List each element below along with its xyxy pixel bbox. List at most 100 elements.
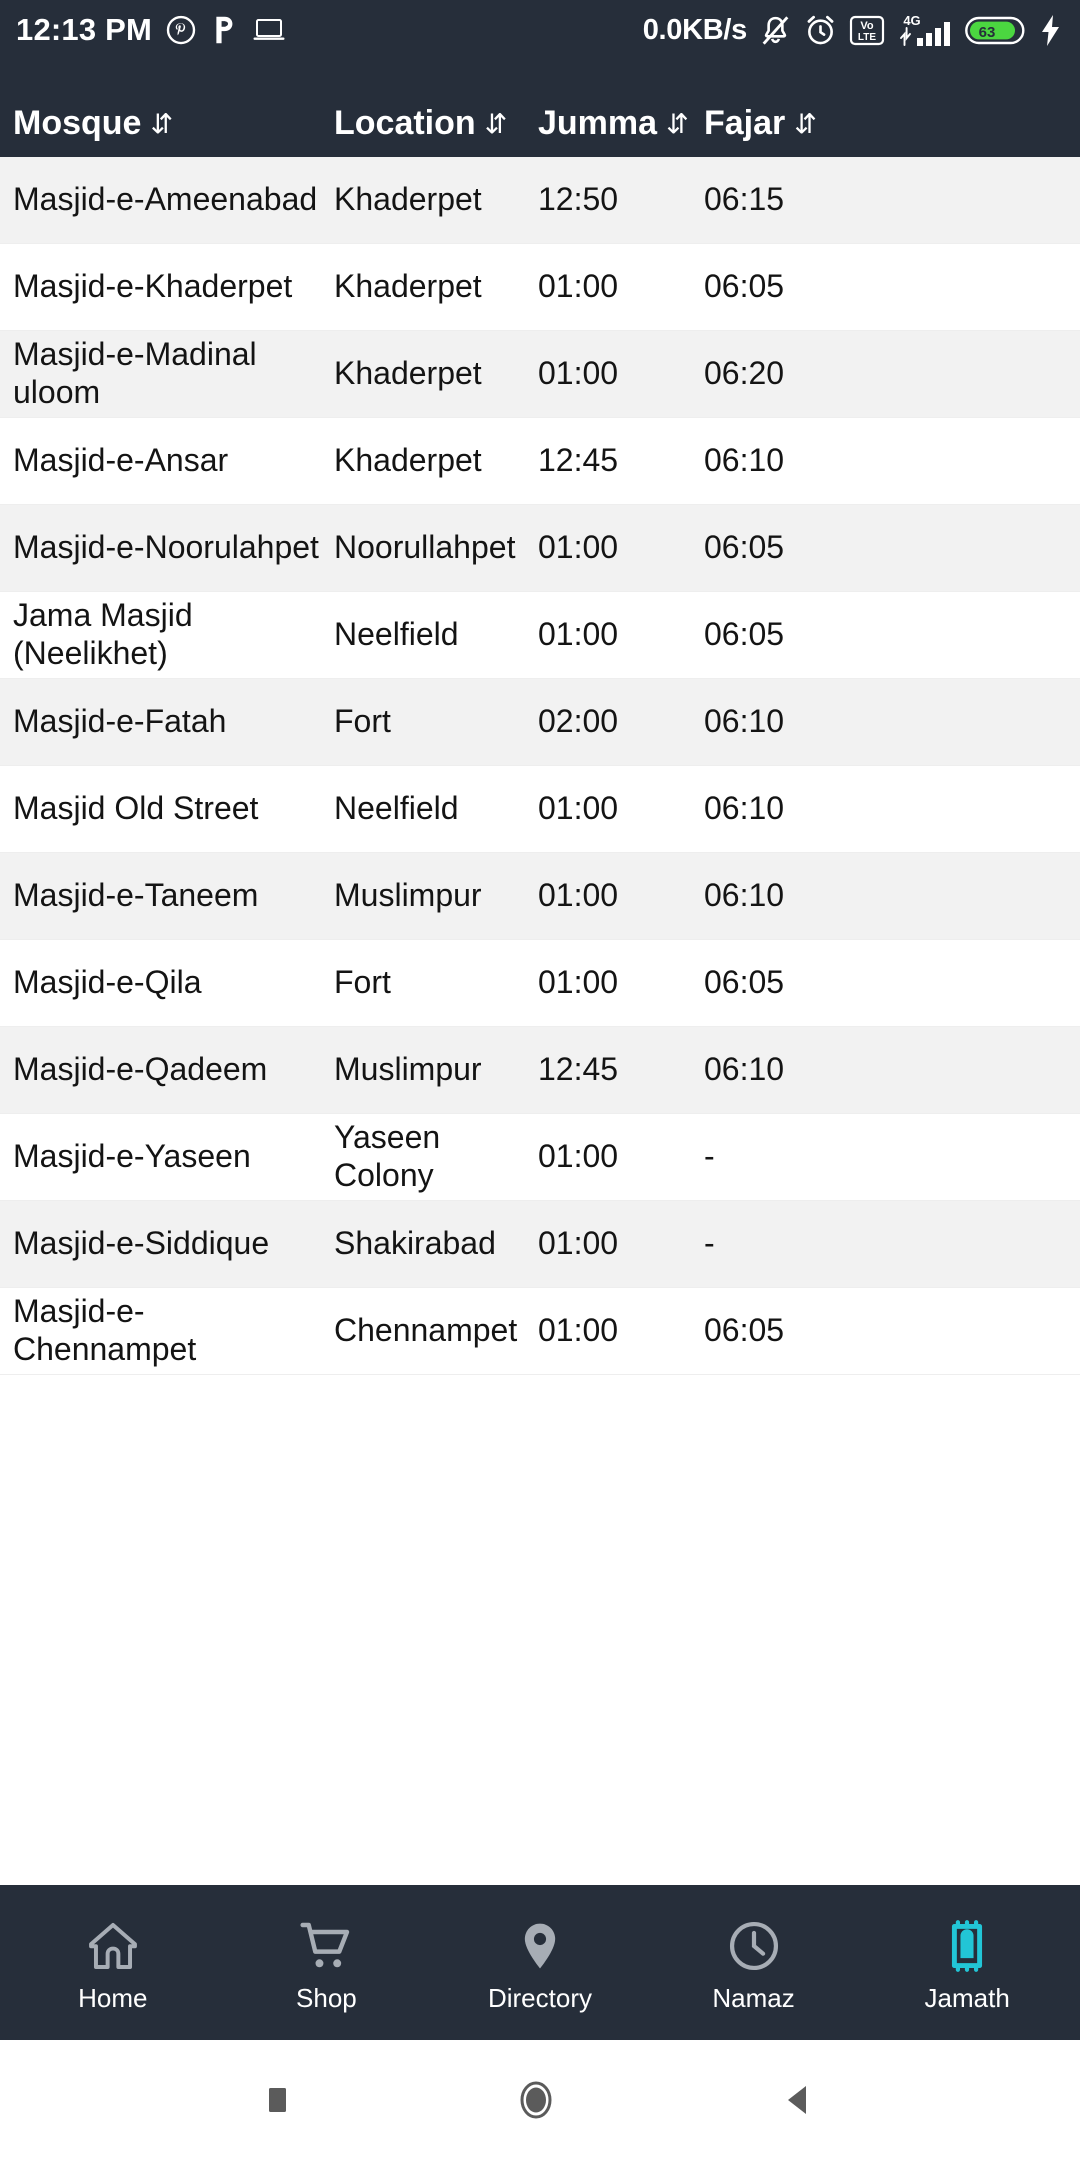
cell-mosque: Masjid-e-Madinal uloom bbox=[13, 336, 257, 410]
cell-mosque: Masjid-e-Khaderpet bbox=[13, 268, 293, 305]
nav-item-namaz[interactable]: Namaz bbox=[647, 1912, 861, 2014]
cell-mosque: Masjid-e-Ansar bbox=[13, 442, 229, 479]
cell-mosque: Jama Masjid (Neelikhet) bbox=[13, 597, 193, 671]
android-system-navigation bbox=[0, 2040, 1080, 2160]
cell-location: Fort bbox=[334, 703, 391, 740]
home-circle-icon[interactable] bbox=[513, 2075, 559, 2125]
cell-jumma: 01:00 bbox=[538, 268, 619, 305]
nav-item-home[interactable]: Home bbox=[6, 1912, 220, 2014]
cell-fajar: 06:05 bbox=[704, 1312, 785, 1349]
cell-jumma: 12:45 bbox=[538, 442, 619, 479]
table-row[interactable]: Masjid-e-Madinal uloom Khaderpet 01:00 06:2… bbox=[0, 331, 1080, 418]
table-row[interactable]: Masjid-e-Yaseen Yaseen Colony 01:00 - bbox=[0, 1114, 1080, 1201]
pinterest-icon bbox=[166, 15, 196, 45]
column-header-jumma[interactable]: Jumma ⇵ bbox=[538, 104, 704, 143]
table-row[interactable]: Masjid-e-Siddique Shakirabad 01:00 - bbox=[0, 1201, 1080, 1288]
table-row[interactable]: Masjid-e-Qila Fort 01:00 06:05 bbox=[0, 940, 1080, 1027]
cell-mosque: Masjid-e-Yaseen bbox=[13, 1138, 251, 1175]
table-row[interactable]: Masjid Old Street Neelfield 01:00 06:10 bbox=[0, 766, 1080, 853]
cell-fajar: 06:05 bbox=[704, 268, 785, 305]
cell-mosque: Masjid-e-Noorulahpet bbox=[13, 529, 319, 566]
signal-bars-icon: 4G bbox=[897, 12, 953, 48]
sort-icon[interactable]: ⇵ bbox=[794, 111, 817, 138]
laptop-icon bbox=[252, 16, 286, 44]
status-bar: 12:13 PM 0.0KB/s Vo LTE 4G 63 bbox=[0, 0, 1080, 60]
volte-icon: Vo LTE bbox=[849, 14, 885, 47]
nav-label-directory: Directory bbox=[487, 1982, 592, 2013]
table-row[interactable]: Masjid-e-Ansar Khaderpet 12:45 06:10 bbox=[0, 418, 1080, 505]
cell-jumma: 02:00 bbox=[538, 703, 619, 740]
cell-location: Fort bbox=[334, 964, 391, 1001]
nav-item-directory[interactable]: Directory bbox=[433, 1912, 647, 2014]
map-pin-icon bbox=[512, 1912, 568, 1974]
home-icon bbox=[85, 1912, 141, 1974]
column-header-fajar[interactable]: Fajar ⇵ bbox=[704, 104, 904, 143]
cell-fajar: 06:10 bbox=[704, 442, 785, 479]
cell-location: Yaseen Colony bbox=[334, 1119, 441, 1193]
cell-fajar: 06:10 bbox=[704, 1051, 785, 1088]
table-row[interactable]: Masjid-e-Fatah Fort 02:00 06:10 bbox=[0, 679, 1080, 766]
table-row[interactable]: Masjid-e-Noorulahpet Noorullahpet 01:00 06:… bbox=[0, 505, 1080, 592]
sort-icon[interactable]: ⇵ bbox=[150, 111, 173, 138]
cell-fajar: 06:10 bbox=[704, 877, 785, 914]
status-bar-left: 12:13 PM bbox=[16, 12, 286, 48]
sort-icon[interactable]: ⇵ bbox=[485, 111, 508, 138]
nav-label-namaz: Namaz bbox=[712, 1982, 795, 2013]
clock-icon bbox=[726, 1912, 782, 1974]
cell-jumma: 01:00 bbox=[538, 964, 619, 1001]
status-bar-right: 0.0KB/s Vo LTE 4G 63 bbox=[643, 12, 1062, 48]
cell-mosque: Masjid-e-Fatah bbox=[13, 703, 227, 740]
table-row[interactable]: Jama Masjid (Neelikhet) Neelfield 01:00 06:… bbox=[0, 592, 1080, 679]
table-row[interactable]: Masjid-e-Chennampet Chennampet 01:00 06:05 bbox=[0, 1288, 1080, 1375]
table-header: Mosque ⇵ Location ⇵ Jumma ⇵ Fajar ⇵ bbox=[0, 60, 1080, 157]
cell-mosque: Masjid Old Street bbox=[13, 790, 259, 827]
table-row[interactable]: Masjid-e-Taneem Muslimpur 01:00 06:10 bbox=[0, 853, 1080, 940]
cell-location: Khaderpet bbox=[334, 268, 482, 305]
cell-fajar: 06:05 bbox=[704, 964, 785, 1001]
status-bar-clock: 12:13 PM bbox=[16, 12, 152, 47]
cell-location: Neelfield bbox=[334, 790, 459, 827]
table-row[interactable]: Masjid-e-Khaderpet Khaderpet 01:00 06:05 bbox=[0, 244, 1080, 331]
cell-mosque: Masjid-e-Siddique bbox=[13, 1225, 270, 1262]
cell-location: Khaderpet bbox=[334, 355, 482, 392]
svg-text:Vo: Vo bbox=[860, 20, 874, 32]
svg-text:LTE: LTE bbox=[858, 32, 876, 43]
cell-location: Muslimpur bbox=[334, 1051, 482, 1088]
cell-jumma: 01:00 bbox=[538, 1225, 619, 1262]
cell-jumma: 12:45 bbox=[538, 1051, 619, 1088]
column-header-mosque-label: Mosque bbox=[13, 104, 142, 142]
cell-jumma: 01:00 bbox=[538, 1138, 619, 1175]
cell-jumma: 01:00 bbox=[538, 616, 619, 653]
column-header-mosque[interactable]: Mosque ⇵ bbox=[0, 104, 334, 143]
battery-icon: 63 bbox=[965, 14, 1027, 47]
cell-location: Muslimpur bbox=[334, 877, 482, 914]
column-header-location[interactable]: Location ⇵ bbox=[334, 104, 538, 143]
alarm-clock-icon bbox=[804, 14, 837, 47]
column-header-jumma-label: Jumma bbox=[538, 104, 658, 142]
recents-square-icon[interactable] bbox=[260, 2079, 294, 2121]
cell-location: Shakirabad bbox=[334, 1225, 496, 1262]
nav-item-shop[interactable]: Shop bbox=[220, 1912, 434, 2014]
nav-item-jamath[interactable]: Jamath bbox=[860, 1912, 1074, 2014]
cell-jumma: 01:00 bbox=[538, 529, 619, 566]
app-screen: 12:13 PM 0.0KB/s Vo LTE 4G 63 Mosque ⇵ L… bbox=[0, 0, 1080, 2160]
bottom-navigation-bar: Home Shop Directory Namaz Jamath bbox=[0, 1885, 1080, 2040]
sort-icon[interactable]: ⇵ bbox=[666, 111, 689, 138]
table-row[interactable]: Masjid-e-Qadeem Muslimpur 12:45 06:10 bbox=[0, 1027, 1080, 1114]
mosque-table-body[interactable]: Masjid-e-Ameenabad Khaderpet 12:50 06:15 Mas… bbox=[0, 157, 1080, 1885]
cell-location: Khaderpet bbox=[334, 442, 482, 479]
cell-jumma: 01:00 bbox=[538, 790, 619, 827]
table-header-row: Mosque ⇵ Location ⇵ Jumma ⇵ Fajar ⇵ bbox=[0, 60, 1080, 157]
cell-fajar: - bbox=[704, 1138, 715, 1175]
cell-jumma: 12:50 bbox=[538, 181, 619, 218]
cell-fajar: 06:05 bbox=[704, 529, 785, 566]
table-row[interactable]: Masjid-e-Ameenabad Khaderpet 12:50 06:15 bbox=[0, 157, 1080, 244]
cell-fajar: 06:15 bbox=[704, 181, 785, 218]
battery-percent-label: 63 bbox=[979, 24, 996, 41]
p-app-icon bbox=[210, 15, 238, 45]
bell-muted-icon bbox=[759, 14, 792, 47]
cell-jumma: 01:00 bbox=[538, 1312, 619, 1349]
back-triangle-icon[interactable] bbox=[778, 2077, 820, 2123]
cell-mosque: Masjid-e-Chennampet bbox=[13, 1293, 197, 1367]
cell-fajar: - bbox=[704, 1225, 715, 1262]
